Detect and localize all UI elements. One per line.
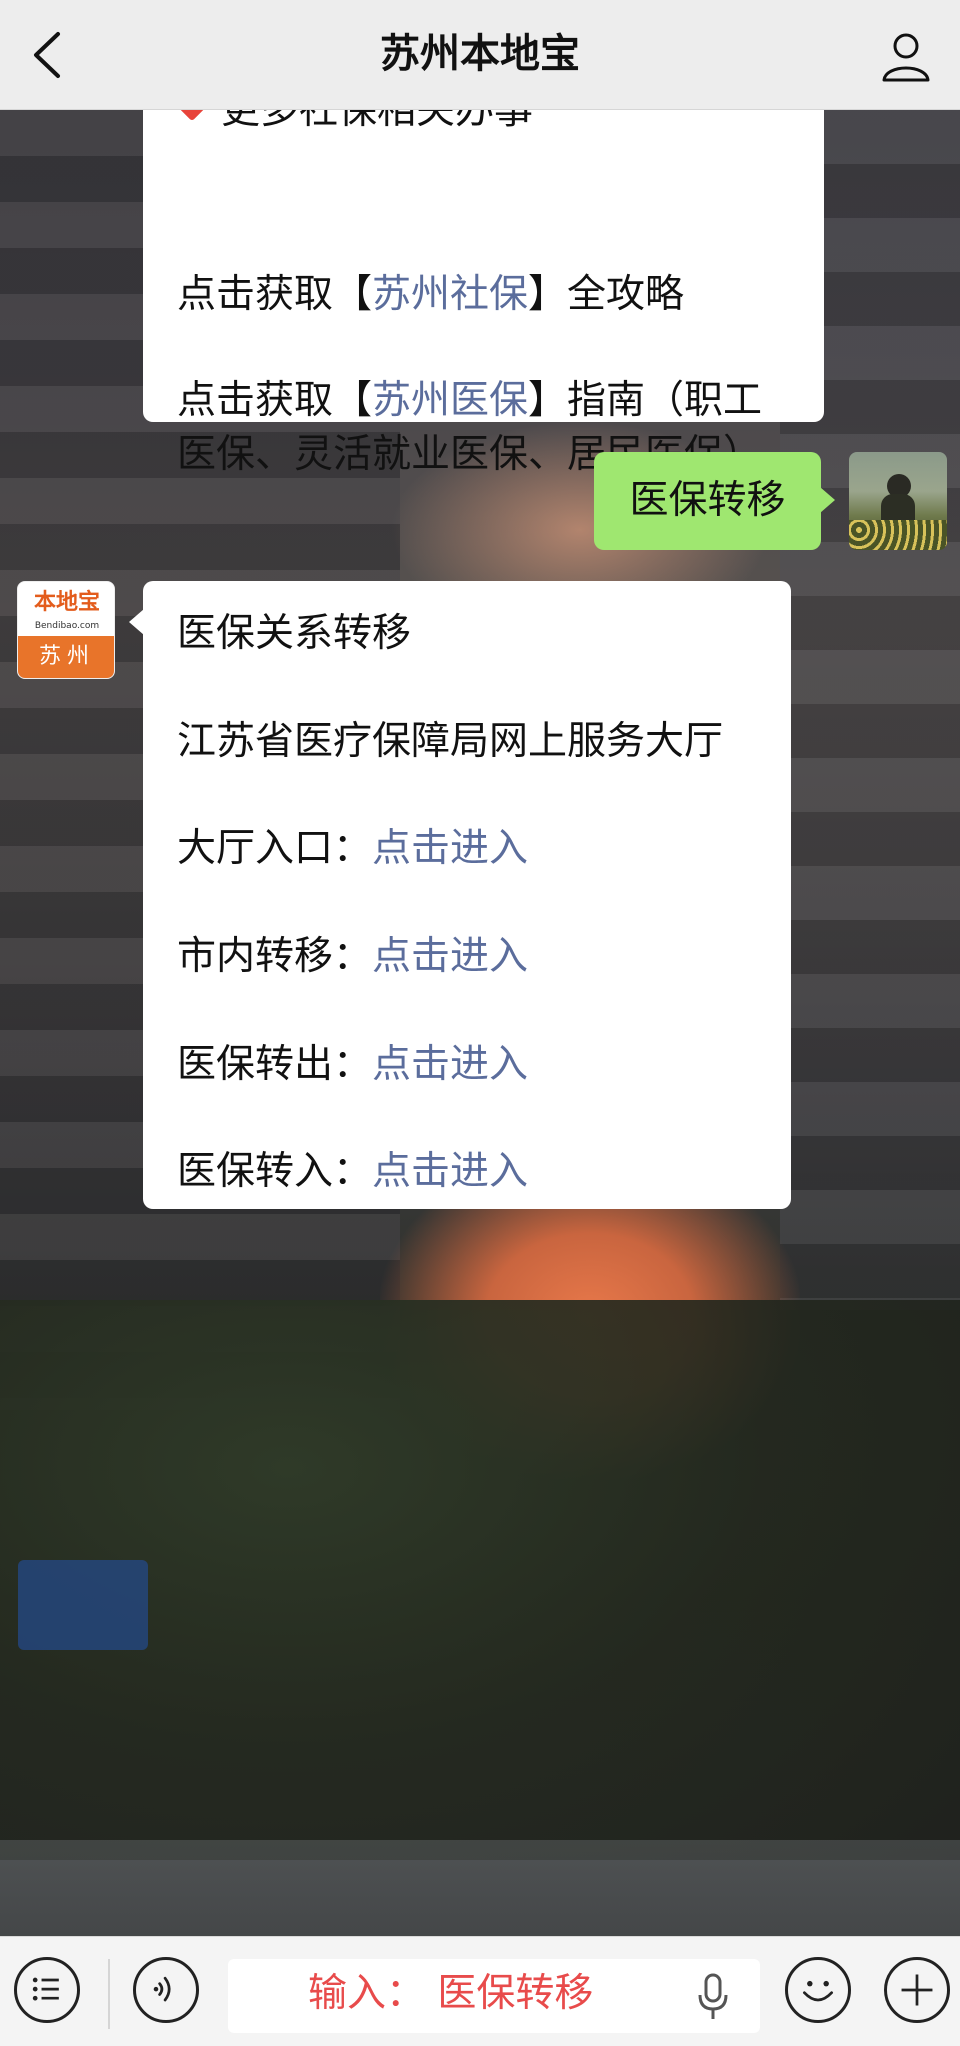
reply-item-transfer-in: 医保转入：点击进入 — [177, 1149, 529, 1194]
bubble-line-medical-insurance: 点击获取【苏州医保】指南（职工 — [177, 378, 763, 423]
emoji-icon[interactable] — [785, 1957, 851, 2023]
page-title: 苏州本地宝 — [380, 31, 580, 77]
input-text: 输入： 医保转移 — [308, 1971, 594, 2016]
menu-list-icon[interactable] — [14, 1957, 80, 2023]
link-enter-transfer-in[interactable]: 点击进入 — [372, 1149, 528, 1194]
reply-subheading: 江苏省医疗保障局网上服务大厅 — [177, 719, 724, 764]
reply-item-transfer-out: 医保转出：点击进入 — [177, 1042, 529, 1087]
link-enter-transfer-out[interactable]: 点击进入 — [372, 1042, 528, 1087]
plus-icon[interactable] — [884, 1957, 950, 2023]
bot-avatar[interactable]: 本地宝 Bendibao.com 苏州 — [17, 581, 115, 679]
link-enter-city-transfer[interactable]: 点击进入 — [372, 934, 528, 979]
bubble-line-social-security: 点击获取【苏州社保】全攻略 — [177, 272, 685, 317]
divider — [108, 1959, 110, 2029]
message-input[interactable]: 输入： 医保转移 — [228, 1959, 760, 2033]
reply-heading: 医保关系转移 — [177, 611, 412, 656]
message-bubble-top: 更多社保相关办事 点击获取【苏州社保】全攻略 点击获取【苏州医保】指南（职工 医… — [143, 78, 824, 477]
link-suzhou-social-security[interactable]: 苏州社保 — [372, 272, 528, 317]
avatar-site-text: Bendibao.com — [34, 621, 100, 631]
reply-item-city-transfer: 市内转移：点击进入 — [177, 934, 529, 979]
link-suzhou-medical-insurance[interactable]: 苏州医保 — [372, 378, 528, 423]
bot-reply-bubble: 医保关系转移 江苏省医疗保障局网上服务大厅 大厅入口：点击进入 市内转移：点击进… — [129, 581, 791, 1209]
bottom-input-bar: 输入： 医保转移 — [0, 1936, 960, 2046]
mic-icon[interactable] — [696, 1973, 730, 2023]
avatar-city-text: 苏州 — [18, 636, 114, 678]
top-bar: 苏州本地宝 — [0, 0, 960, 110]
reply-item-hall-entry: 大厅入口：点击进入 — [177, 826, 529, 871]
user-icon[interactable] — [876, 26, 936, 86]
voice-icon[interactable] — [133, 1957, 199, 2023]
my-avatar[interactable] — [849, 452, 947, 550]
link-enter-hall[interactable]: 点击进入 — [372, 826, 528, 871]
avatar-brand-text: 本地宝 — [33, 590, 100, 615]
my-message-bubble[interactable]: 医保转移 — [594, 452, 835, 550]
